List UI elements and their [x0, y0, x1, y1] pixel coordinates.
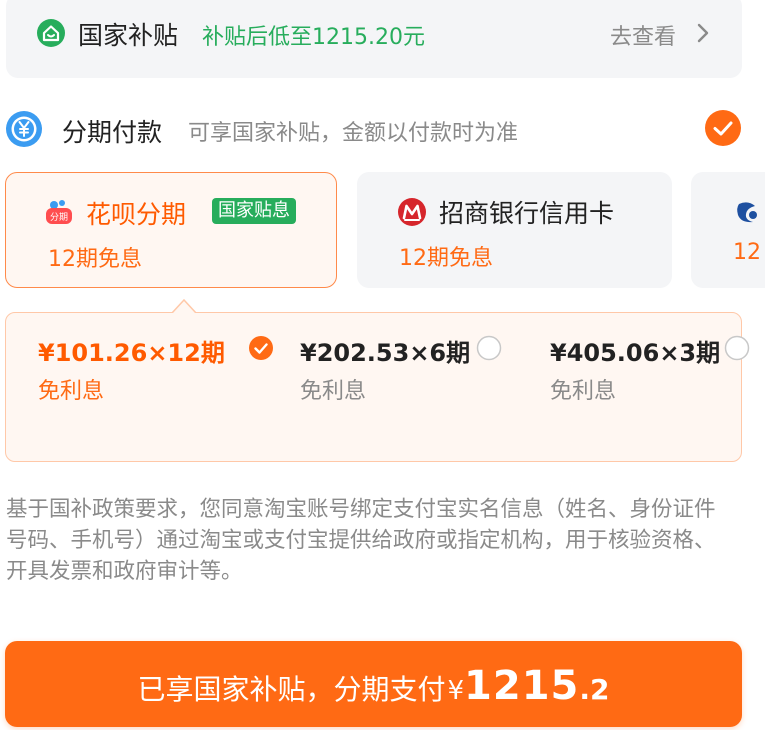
state-subsidy-badge: 国家贴息 — [212, 198, 296, 224]
plan-option-6[interactable]: ¥202.53×6期 免利息 — [300, 333, 530, 423]
yen-coin-icon — [6, 111, 42, 147]
channel-card-other[interactable]: 12 — [691, 172, 765, 288]
pay-button-label: 已享国家补贴，分期支付 — [137, 673, 446, 706]
subsidy-price-text: 补贴后低至1215.20元 — [202, 25, 425, 50]
plan-interest-text: 免利息 — [38, 379, 105, 404]
bank-icon — [737, 202, 757, 223]
installment-title: 分期付款 — [62, 118, 163, 147]
pay-currency: ¥ — [447, 676, 465, 706]
channel-interest-text: 12 — [733, 240, 761, 265]
channel-card-huabei[interactable]: 分期 花呗分期 国家贴息 12期免息 — [5, 172, 337, 288]
channel-name: 招商银行信用卡 — [439, 199, 615, 228]
radio-unchecked-icon — [476, 335, 502, 361]
plan-price: ¥101.26×12期 — [38, 339, 225, 367]
radio-unchecked-icon — [724, 335, 750, 361]
plan-price: ¥202.53×6期 — [300, 339, 471, 367]
view-details-link[interactable]: 去查看 — [610, 19, 676, 51]
huabei-icon: 分期 — [46, 200, 72, 224]
national-subsidy-bar[interactable]: 国家补贴 补贴后低至1215.20元 去查看 — [6, 0, 742, 78]
pay-amount-integer: 1215 — [464, 663, 580, 709]
subsidy-title: 国家补贴 — [78, 21, 179, 50]
chevron-right-icon — [697, 23, 709, 43]
installment-plans-panel: ¥101.26×12期 免利息 ¥202.53×6期 免利息 ¥405.06×3… — [5, 312, 750, 462]
pay-button[interactable]: 已享国家补贴，分期支付¥1215.2 — [5, 641, 742, 727]
svg-text:分期: 分期 — [50, 212, 68, 223]
plan-option-3[interactable]: ¥405.06×3期 免利息 — [550, 333, 750, 423]
checkout-panel: 国家补贴 补贴后低至1215.20元 去查看 分期付款 可享国家补贴，金额以付款… — [0, 0, 765, 730]
radio-checked-icon — [249, 336, 273, 360]
plan-price: ¥405.06×3期 — [550, 339, 721, 367]
cmb-icon — [398, 198, 426, 226]
privacy-notice: 基于国补政策要求，您同意淘宝账号绑定支付宝实名信息（姓名、身份证件号码、手机号）… — [6, 497, 716, 584]
plan-option-12[interactable]: ¥101.26×12期 免利息 — [38, 333, 278, 423]
installment-checkbox-icon[interactable] — [704, 109, 742, 147]
plan-interest-text: 免利息 — [300, 379, 367, 404]
house-shield-icon — [37, 19, 65, 47]
selected-channel-caret — [172, 298, 196, 313]
pay-amount-decimal: .2 — [579, 673, 610, 706]
channel-name: 花呗分期 — [86, 200, 187, 229]
channel-interest-text: 12期免息 — [399, 246, 493, 271]
plan-interest-text: 免利息 — [550, 379, 617, 404]
channel-interest-text: 12期免息 — [48, 247, 142, 272]
channel-card-cmb[interactable]: 招商银行信用卡 12期免息 — [357, 172, 672, 288]
installment-subtitle: 可享国家补贴，金额以付款时为准 — [188, 121, 519, 146]
